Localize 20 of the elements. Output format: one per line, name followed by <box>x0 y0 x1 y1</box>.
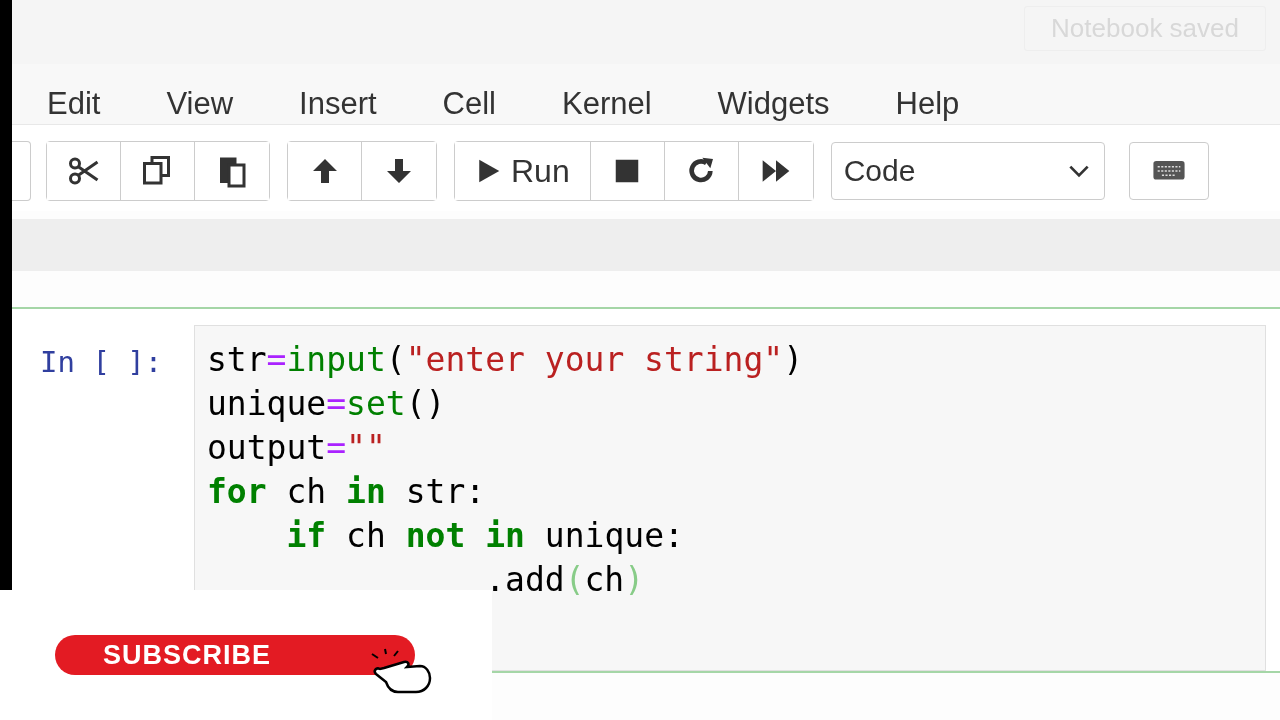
menu-item[interactable]: Cell <box>442 84 496 124</box>
code-line: for ch in str: <box>207 471 486 513</box>
code-line: unique=set() <box>207 383 446 425</box>
menu-item[interactable]: Insert <box>299 84 377 124</box>
run-button[interactable]: Run <box>455 142 591 200</box>
menu-item[interactable]: Edit <box>47 84 101 124</box>
cell-type-dropdown[interactable]: Code <box>830 142 1105 200</box>
code-line: str=input("enter your string") <box>207 339 804 381</box>
input-prompt: In [ ]: <box>39 344 164 379</box>
move-up-button[interactable] <box>288 142 362 200</box>
code-line: .add(ch) <box>484 559 645 601</box>
code-line: output="" <box>207 427 386 469</box>
menu-item[interactable]: Kernel <box>562 84 652 124</box>
menu-item[interactable]: Help <box>895 84 960 124</box>
menu-item[interactable]: Widgets <box>717 84 830 124</box>
menu-item[interactable]: View <box>166 84 234 124</box>
cut-button[interactable] <box>47 142 121 200</box>
code-line: if ch not in unique: <box>285 515 684 557</box>
keyboard-button[interactable] <box>1128 142 1209 200</box>
subscribe-button[interactable]: SUBSCRIBE <box>55 635 415 675</box>
